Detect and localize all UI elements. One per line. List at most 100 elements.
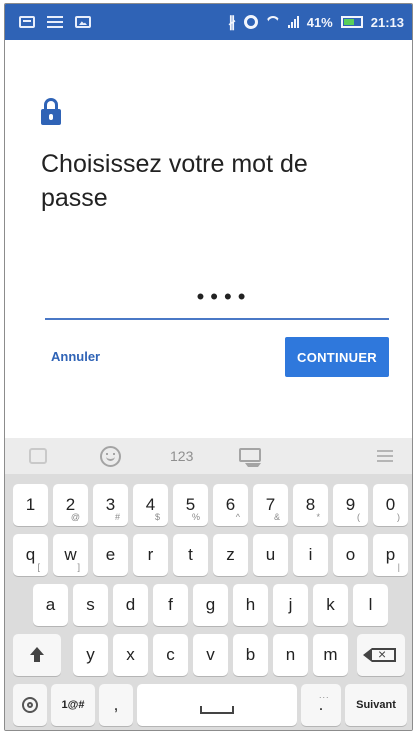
continue-button[interactable]: CONTINUER xyxy=(285,337,389,377)
key-9[interactable]: 9( xyxy=(333,484,368,526)
key-label: j xyxy=(288,595,293,614)
comma-key[interactable]: , xyxy=(99,684,133,726)
key-c[interactable]: c xyxy=(153,634,188,676)
key-v[interactable]: v xyxy=(193,634,228,676)
cancel-button[interactable]: Annuler xyxy=(51,344,100,370)
settings-key[interactable] xyxy=(13,684,47,726)
key-label: y xyxy=(86,645,95,664)
key-3[interactable]: 3 # xyxy=(93,484,128,526)
key-label: p xyxy=(385,545,396,564)
key-t[interactable]: t xyxy=(173,534,208,576)
key-u[interactable]: u xyxy=(253,534,288,576)
key-sub-label: ( xyxy=(357,512,360,522)
key-j[interactable]: j xyxy=(273,584,308,626)
key-7[interactable]: 7 & xyxy=(253,484,288,526)
key-d[interactable]: d xyxy=(113,584,148,626)
period-key[interactable]: ... . xyxy=(301,684,341,726)
key-q[interactable]: q[ xyxy=(13,534,48,576)
numbers-toggle[interactable]: 123 xyxy=(170,448,193,464)
key-x[interactable]: x xyxy=(113,634,148,676)
key-p[interactable]: p | xyxy=(373,534,408,576)
key-r[interactable]: r xyxy=(133,534,168,576)
backspace-icon xyxy=(363,646,396,662)
clock: 21:13 xyxy=(370,14,404,30)
key-y[interactable]: y xyxy=(73,634,108,676)
password-input[interactable]: •••• xyxy=(45,284,389,316)
keyboard-toolbar: 123 xyxy=(5,438,412,474)
shift-key[interactable] xyxy=(13,634,61,676)
key-g[interactable]: g xyxy=(193,584,228,626)
key-a[interactable]: a xyxy=(33,584,68,626)
key-label: w xyxy=(64,545,77,564)
key-sub-label: @ xyxy=(70,512,80,522)
key-label: 4 xyxy=(145,495,156,514)
key-f[interactable]: f xyxy=(153,584,188,626)
lock-icon xyxy=(41,98,61,126)
space-icon xyxy=(200,706,234,714)
key-label: x xyxy=(126,645,135,664)
key-5[interactable]: 5% xyxy=(173,484,208,526)
key-8[interactable]: 8 * xyxy=(293,484,328,526)
key-n[interactable]: n xyxy=(273,634,308,676)
key-l[interactable]: l xyxy=(353,584,388,626)
key-sub-label: ] xyxy=(77,562,80,572)
key-label: z xyxy=(226,545,235,564)
key-o[interactable]: o xyxy=(333,534,368,576)
key-label: c xyxy=(166,645,175,664)
key-label: g xyxy=(205,595,216,614)
key-label: u xyxy=(265,545,276,564)
clipboard-icon[interactable] xyxy=(29,448,47,464)
key-sub-label: [ xyxy=(37,562,40,572)
image-icon xyxy=(75,16,91,28)
key-label: q xyxy=(25,545,36,564)
key-2[interactable]: 2 @ xyxy=(53,484,88,526)
key-h[interactable]: h xyxy=(233,584,268,626)
sync-icon xyxy=(243,15,258,29)
key-w[interactable]: w] xyxy=(53,534,88,576)
key-sub-label: ) xyxy=(397,512,400,522)
period-key-sub: ... xyxy=(319,690,330,700)
symbols-key[interactable]: 1@# xyxy=(51,684,95,726)
key-i[interactable]: i xyxy=(293,534,328,576)
key-label: n xyxy=(285,645,296,664)
key-label: r xyxy=(147,545,154,564)
key-b[interactable]: b xyxy=(233,634,268,676)
key-z[interactable]: z xyxy=(213,534,248,576)
key-label: 0 xyxy=(385,495,396,514)
key-6[interactable]: 6 ^ xyxy=(213,484,248,526)
key-label: a xyxy=(45,595,56,614)
key-4[interactable]: 4 $ xyxy=(133,484,168,526)
key-label: o xyxy=(345,545,356,564)
key-sub-label: * xyxy=(316,512,320,522)
password-underline xyxy=(45,318,389,320)
key-label: e xyxy=(105,545,116,564)
key-sub-label: $ xyxy=(154,512,160,522)
usb-icon xyxy=(47,16,63,28)
key-label: l xyxy=(368,595,373,614)
keyboard: 123 1 2 @3 #4 $5% 6 ^ 7 & 8 * 9(0) q[w] e r t z u i o p | a s d f… xyxy=(5,438,412,730)
key-s[interactable]: s xyxy=(73,584,108,626)
enter-key[interactable]: Suivant xyxy=(345,684,407,726)
key-1[interactable]: 1 xyxy=(13,484,48,526)
space-key[interactable] xyxy=(137,684,297,726)
key-0[interactable]: 0) xyxy=(373,484,408,526)
key-sub-label: % xyxy=(191,512,200,522)
phone-screen: ∦ 41% 21:13 Choisissez votre mot de pass… xyxy=(4,3,413,731)
backspace-key[interactable] xyxy=(357,634,405,676)
key-sub-label: ^ xyxy=(235,512,240,522)
shift-icon xyxy=(30,647,44,663)
key-e[interactable]: e xyxy=(93,534,128,576)
key-label: b xyxy=(245,645,256,664)
key-label: 8 xyxy=(305,495,316,514)
key-label: h xyxy=(245,595,256,614)
key-label: i xyxy=(308,545,313,564)
bluetooth-icon: ∦ xyxy=(228,14,236,31)
key-k[interactable]: k xyxy=(313,584,348,626)
wifi-icon xyxy=(266,16,280,28)
key-sub-label: & xyxy=(273,512,280,522)
menu-icon[interactable] xyxy=(377,450,393,462)
emoji-icon[interactable] xyxy=(100,446,121,467)
key-m[interactable]: m xyxy=(313,634,348,676)
signal-icon xyxy=(287,16,299,28)
keyboard-icon[interactable] xyxy=(239,448,261,467)
